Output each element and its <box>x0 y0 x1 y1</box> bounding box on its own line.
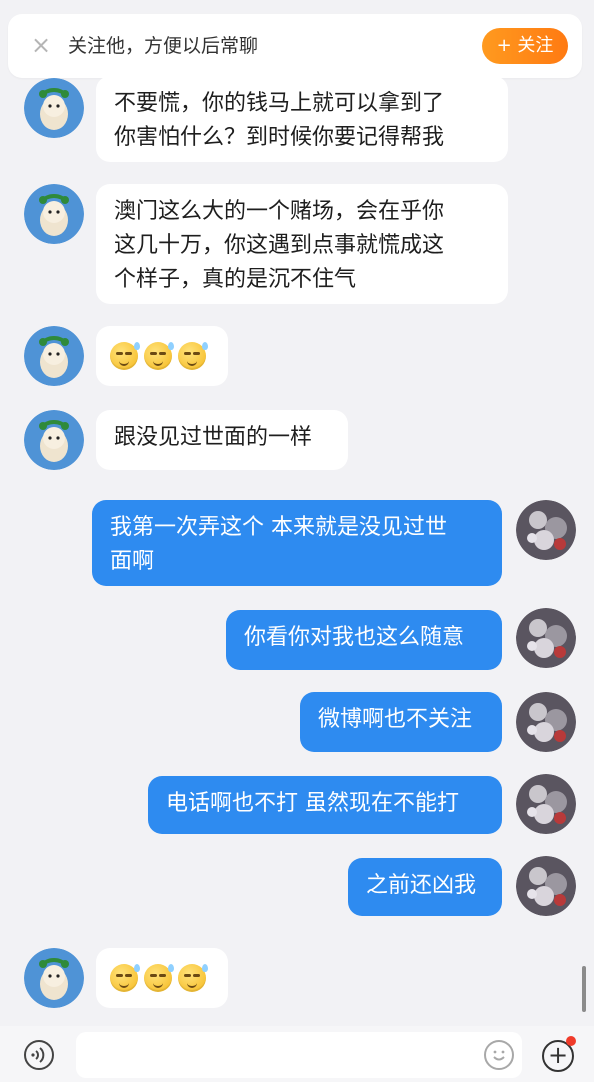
user-avatar[interactable] <box>516 774 576 834</box>
sweat-smile-emoji <box>110 964 140 992</box>
user-avatar[interactable] <box>516 500 576 560</box>
user-avatar[interactable] <box>516 856 576 916</box>
message-line: 我第一次弄这个 本来就是没见过世 <box>110 515 447 540</box>
sweat-smile-emoji <box>144 342 174 370</box>
sweat-smile-emoji <box>178 964 208 992</box>
message-line: 之前还凶我 <box>366 873 477 898</box>
emoji-message-bubble[interactable] <box>96 948 228 1008</box>
sweat-smile-emoji <box>144 964 174 992</box>
message-bubble[interactable]: 不要慌，你的钱马上就可以拿到了 你害怕什么？到时候你要记得帮我 <box>96 76 508 162</box>
contact-avatar[interactable] <box>24 410 84 470</box>
input-bar: + <box>0 1026 594 1082</box>
message-bubble[interactable]: 澳门这么大的一个赌场，会在乎你 这几十万，你这遇到点事就慌成这 个样子，真的是沉… <box>96 184 508 304</box>
message-bubble[interactable]: 之前还凶我 <box>348 858 502 916</box>
message-bubble[interactable]: 跟没见过世面的一样 <box>96 410 348 470</box>
message-line: 电话啊也不打 虽然现在不能打 <box>166 791 459 816</box>
message-bubble[interactable]: 电话啊也不打 虽然现在不能打 <box>148 776 502 834</box>
message-line: 个样子，真的是沉不住气 <box>114 267 357 292</box>
message-line: 你害怕什么？到时候你要记得帮我 <box>114 125 445 150</box>
message-line: 跟没见过世面的一样 <box>114 425 313 450</box>
sweat-smile-emoji <box>178 342 208 370</box>
message-line: 不要慌，你的钱马上就可以拿到了 <box>114 91 445 116</box>
contact-avatar[interactable] <box>24 948 84 1008</box>
message-input[interactable] <box>76 1032 522 1078</box>
emoji-message-bubble[interactable] <box>96 326 228 386</box>
contact-avatar[interactable] <box>24 326 84 386</box>
message-bubble[interactable]: 我第一次弄这个 本来就是没见过世 面啊 <box>92 500 502 586</box>
scrollbar[interactable] <box>582 966 586 1012</box>
contact-avatar[interactable] <box>24 184 84 244</box>
sweat-smile-emoji <box>110 342 140 370</box>
message-line: 面啊 <box>110 549 155 574</box>
user-avatar[interactable] <box>516 608 576 668</box>
message-bubble[interactable]: 你看你对我也这么随意 <box>226 610 502 670</box>
notification-dot <box>566 1036 576 1046</box>
user-avatar[interactable] <box>516 692 576 752</box>
message-line: 微博啊也不关注 <box>318 707 473 732</box>
emoji-icon[interactable] <box>484 1040 514 1070</box>
message-line: 澳门这么大的一个赌场，会在乎你 <box>114 199 445 224</box>
message-line: 这几十万，你这遇到点事就慌成这 <box>114 233 445 258</box>
contact-avatar[interactable] <box>24 78 84 138</box>
message-bubble[interactable]: 微博啊也不关注 <box>300 692 502 752</box>
message-line: 你看你对我也这么随意 <box>244 625 465 650</box>
voice-icon[interactable] <box>24 1040 54 1070</box>
chat-area: 不要慌，你的钱马上就可以拿到了 你害怕什么？到时候你要记得帮我 澳门这么大的一个… <box>0 0 594 1082</box>
